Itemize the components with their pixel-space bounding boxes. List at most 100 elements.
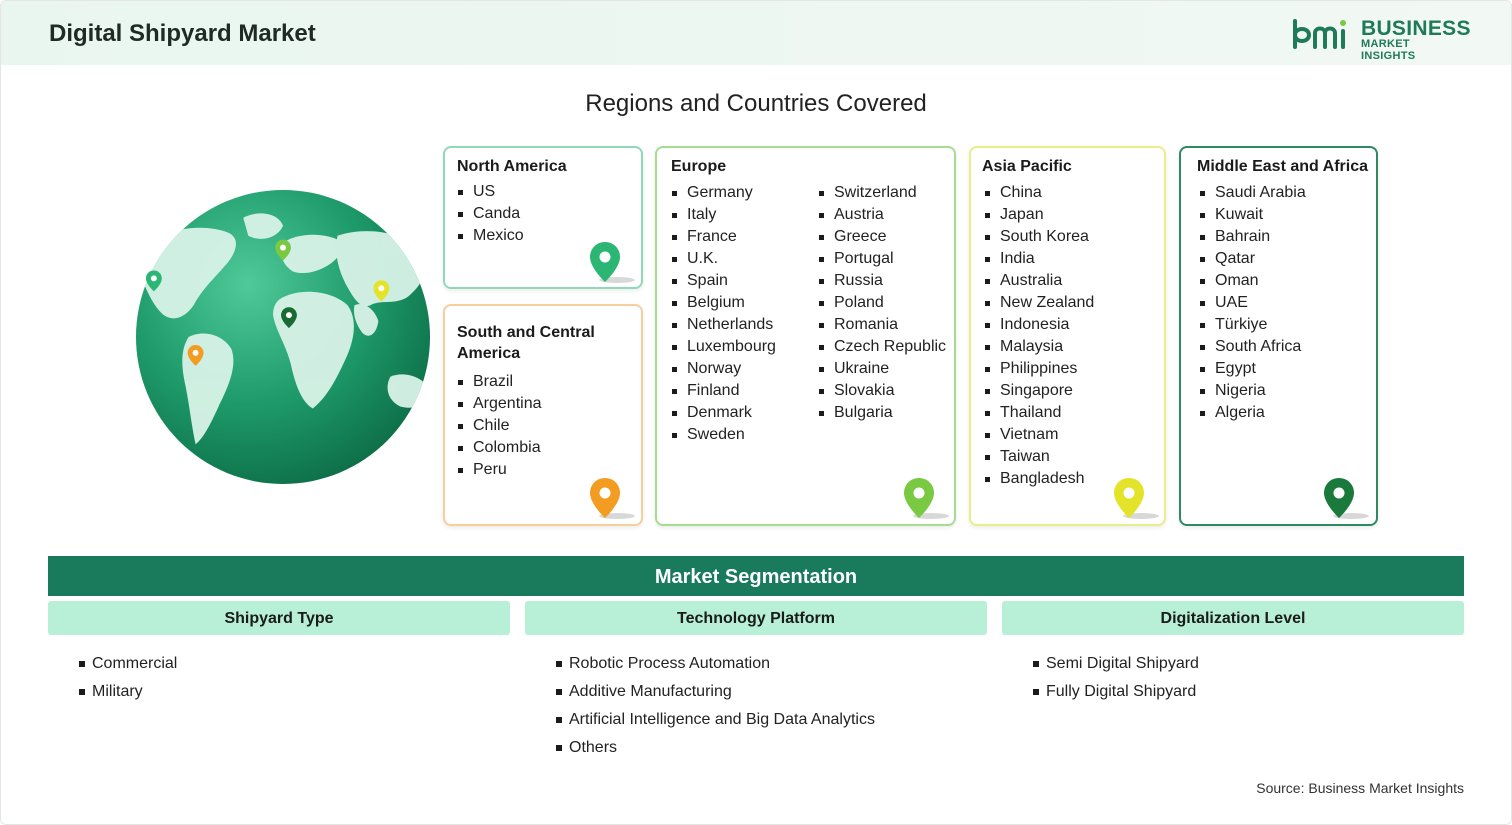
region-title: Europe bbox=[671, 158, 727, 175]
list-item: Luxembourg bbox=[671, 336, 776, 358]
segment-list-technology-platform: Robotic Process Automation Additive Manu… bbox=[555, 651, 875, 763]
list-item: Malaysia bbox=[984, 336, 1094, 358]
list-item: Semi Digital Shipyard bbox=[1032, 651, 1199, 679]
list-item: Türkiye bbox=[1199, 314, 1306, 336]
list-item: Bulgaria bbox=[818, 402, 946, 424]
list-item: Nigeria bbox=[1199, 380, 1306, 402]
region-card-south-central-america: South and Central America Brazil Argenti… bbox=[443, 304, 643, 526]
bmi-logo-icon bbox=[1293, 19, 1346, 49]
list-item: Military bbox=[78, 679, 177, 707]
list-item: Portugal bbox=[818, 248, 946, 270]
list-item: Others bbox=[555, 735, 875, 763]
list-item: Slovakia bbox=[818, 380, 946, 402]
country-list: China Japan South Korea India Australia … bbox=[984, 182, 1094, 490]
segment-list-shipyard-type: Commercial Military bbox=[78, 651, 177, 707]
list-item: Kuwait bbox=[1199, 204, 1306, 226]
segment-heading-digitalization-level: Digitalization Level bbox=[1002, 601, 1464, 635]
list-item: Greece bbox=[818, 226, 946, 248]
list-item: Belgium bbox=[671, 292, 776, 314]
list-item: Bahrain bbox=[1199, 226, 1306, 248]
list-item: Denmark bbox=[671, 402, 776, 424]
list-item: Bangladesh bbox=[984, 468, 1094, 490]
list-item: Germany bbox=[671, 182, 776, 204]
list-item: South Korea bbox=[984, 226, 1094, 248]
list-item: Oman bbox=[1199, 270, 1306, 292]
map-pin-icon bbox=[590, 478, 635, 519]
list-item: Poland bbox=[818, 292, 946, 314]
list-item: Ukraine bbox=[818, 358, 946, 380]
list-item: Romania bbox=[818, 314, 946, 336]
list-item: India bbox=[984, 248, 1094, 270]
list-item: Philippines bbox=[984, 358, 1094, 380]
list-item: Canda bbox=[457, 203, 524, 225]
region-card-asia-pacific: Asia Pacific China Japan South Korea Ind… bbox=[969, 146, 1166, 526]
segment-heading-technology-platform: Technology Platform bbox=[525, 601, 987, 635]
page-title: Digital Shipyard Market bbox=[49, 20, 316, 47]
list-item: Argentina bbox=[457, 393, 542, 415]
list-item: Additive Manufacturing bbox=[555, 679, 875, 707]
country-list-col2: Switzerland Austria Greece Portugal Russ… bbox=[818, 182, 946, 424]
list-item: Robotic Process Automation bbox=[555, 651, 875, 679]
list-item: Netherlands bbox=[671, 314, 776, 336]
region-title-text: South and Central America bbox=[457, 324, 595, 362]
region-title: North America bbox=[457, 158, 567, 175]
region-title: South and Central America bbox=[457, 322, 607, 364]
map-pin-icon bbox=[904, 478, 949, 519]
segmentation-title-bar: Market Segmentation bbox=[48, 556, 1464, 596]
list-item: Sweden bbox=[671, 424, 776, 446]
list-item: Fully Digital Shipyard bbox=[1032, 679, 1199, 707]
list-item: Colombia bbox=[457, 437, 542, 459]
list-item: Vietnam bbox=[984, 424, 1094, 446]
list-item: Indonesia bbox=[984, 314, 1094, 336]
map-pin-icon bbox=[1114, 478, 1159, 519]
list-item: US bbox=[457, 181, 524, 203]
list-item: Qatar bbox=[1199, 248, 1306, 270]
list-item: Spain bbox=[671, 270, 776, 292]
list-item: China bbox=[984, 182, 1094, 204]
list-item: Italy bbox=[671, 204, 776, 226]
list-item: Artificial Intelligence and Big Data Ana… bbox=[555, 707, 875, 735]
list-item: Peru bbox=[457, 459, 542, 481]
list-item: Egypt bbox=[1199, 358, 1306, 380]
list-item: Finland bbox=[671, 380, 776, 402]
list-item: Mexico bbox=[457, 225, 524, 247]
country-list: Saudi Arabia Kuwait Bahrain Qatar Oman U… bbox=[1199, 182, 1306, 424]
region-title: Asia Pacific bbox=[982, 158, 1072, 175]
list-item: New Zealand bbox=[984, 292, 1094, 314]
list-item: U.K. bbox=[671, 248, 776, 270]
region-title: Middle East and Africa bbox=[1197, 158, 1368, 175]
segment-list-digitalization-level: Semi Digital Shipyard Fully Digital Ship… bbox=[1032, 651, 1199, 707]
list-item: UAE bbox=[1199, 292, 1306, 314]
segment-heading-shipyard-type: Shipyard Type bbox=[48, 601, 510, 635]
region-card-north-america: North America US Canda Mexico bbox=[443, 146, 643, 289]
list-item: Chile bbox=[457, 415, 542, 437]
header-banner: Digital Shipyard Market BUSINESS MARKET … bbox=[1, 1, 1511, 65]
list-item: Taiwan bbox=[984, 446, 1094, 468]
list-item: France bbox=[671, 226, 776, 248]
map-pin-icon bbox=[590, 242, 635, 283]
country-list: Brazil Argentina Chile Colombia Peru bbox=[457, 371, 542, 481]
list-item: South Africa bbox=[1199, 336, 1306, 358]
list-item: Australia bbox=[984, 270, 1094, 292]
list-item: Singapore bbox=[984, 380, 1094, 402]
logo-text-market-insights: MARKET INSIGHTS bbox=[1361, 38, 1416, 62]
region-card-europe: Europe Germany Italy France U.K. Spain B… bbox=[655, 146, 956, 526]
source-note: Source: Business Market Insights bbox=[1256, 780, 1464, 796]
globe-icon bbox=[135, 189, 431, 485]
brand-logo: BUSINESS MARKET INSIGHTS bbox=[1291, 17, 1470, 62]
list-item: Brazil bbox=[457, 371, 542, 393]
country-list-col1: Germany Italy France U.K. Spain Belgium … bbox=[671, 182, 776, 446]
list-item: Japan bbox=[984, 204, 1094, 226]
country-list: US Canda Mexico bbox=[457, 181, 524, 247]
list-item: Russia bbox=[818, 270, 946, 292]
regions-title: Regions and Countries Covered bbox=[585, 90, 927, 117]
list-item: Czech Republic bbox=[818, 336, 946, 358]
map-pin-icon bbox=[1324, 478, 1369, 519]
list-item: Saudi Arabia bbox=[1199, 182, 1306, 204]
list-item: Commercial bbox=[78, 651, 177, 679]
list-item: Thailand bbox=[984, 402, 1094, 424]
list-item: Algeria bbox=[1199, 402, 1306, 424]
list-item: Austria bbox=[818, 204, 946, 226]
region-card-middle-east-africa: Middle East and Africa Saudi Arabia Kuwa… bbox=[1179, 146, 1378, 526]
list-item: Switzerland bbox=[818, 182, 946, 204]
